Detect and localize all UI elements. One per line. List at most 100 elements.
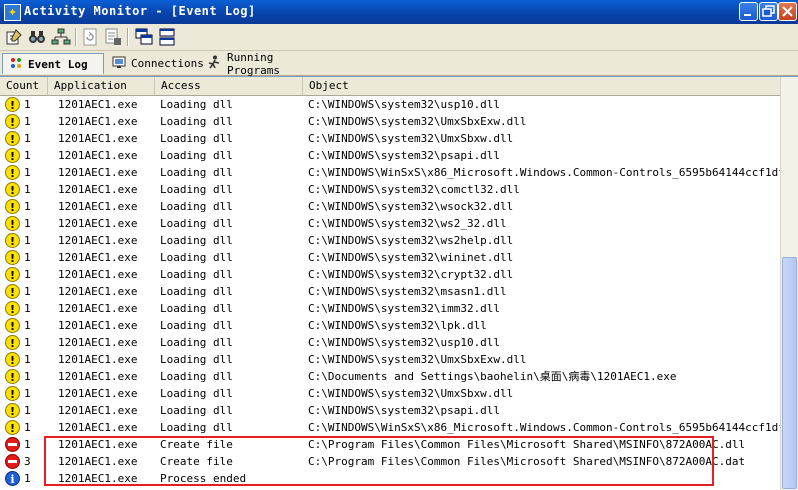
save-button[interactable] bbox=[103, 27, 123, 47]
table-row[interactable]: ! 1 1201AEC1.exe Loading dll C:\WINDOWS\syst… bbox=[0, 215, 781, 232]
cell-application: 1201AEC1.exe bbox=[58, 183, 138, 196]
table-row[interactable]: 3 1201AEC1.exe Create file C:\Program Files… bbox=[0, 453, 781, 470]
cell-access: Loading dll bbox=[160, 319, 233, 332]
close-button[interactable] bbox=[778, 2, 797, 21]
cell-count: 1 bbox=[24, 149, 31, 162]
cell-application: 1201AEC1.exe bbox=[58, 387, 138, 400]
cell-access: Loading dll bbox=[160, 183, 233, 196]
warning-icon: ! bbox=[5, 318, 20, 333]
tab-event-log[interactable]: Event Log bbox=[2, 53, 104, 74]
cell-application: 1201AEC1.exe bbox=[58, 251, 138, 264]
table-row[interactable]: ! 1 1201AEC1.exe Loading dll C:\WINDOWS\syst… bbox=[0, 130, 781, 147]
cell-object: C:\WINDOWS\system32\lpk.dll bbox=[308, 319, 487, 332]
table-row[interactable]: ! 1 1201AEC1.exe Loading dll C:\WINDOWS\syst… bbox=[0, 300, 781, 317]
warning-icon: ! bbox=[5, 148, 20, 163]
warning-icon: ! bbox=[5, 386, 20, 401]
table-row[interactable]: ! 1 1201AEC1.exe Loading dll C:\WINDOWS\syst… bbox=[0, 232, 781, 249]
table-row[interactable]: ! 1 1201AEC1.exe Loading dll C:\WINDOWS\syst… bbox=[0, 385, 781, 402]
tab-running-programs[interactable]: Running Programs bbox=[200, 51, 322, 77]
table-row[interactable]: ! 1 1201AEC1.exe Loading dll C:\WINDOWS\syst… bbox=[0, 283, 781, 300]
cell-count: 1 bbox=[24, 183, 31, 196]
warning-icon: ! bbox=[5, 284, 20, 299]
cell-object: C:\WINDOWS\system32\imm32.dll bbox=[308, 302, 501, 315]
minimize-button[interactable] bbox=[739, 2, 758, 21]
connections-icon bbox=[112, 55, 126, 72]
cell-access: Process ended bbox=[160, 472, 247, 485]
tab-bar: Event Log Connections Running Programs bbox=[0, 51, 798, 77]
cell-count: 1 bbox=[24, 336, 31, 349]
cell-access: Loading dll bbox=[160, 387, 233, 400]
cell-access: Loading dll bbox=[160, 132, 233, 145]
table-row[interactable]: ! 1 1201AEC1.exe Loading dll C:\WINDOWS\syst… bbox=[0, 266, 781, 283]
column-header-object[interactable]: Object bbox=[303, 77, 781, 95]
toolbar-separator bbox=[75, 28, 77, 46]
cell-count: 1 bbox=[24, 217, 31, 230]
title-bar[interactable]: ✦ Activity Monitor - [Event Log] bbox=[0, 0, 798, 24]
cell-access: Loading dll bbox=[160, 302, 233, 315]
event-log-list[interactable]: Count Application Access Object ! 1 1201AE… bbox=[0, 76, 798, 490]
cell-object: C:\WINDOWS\system32\UmxSbxExw.dll bbox=[308, 115, 527, 128]
refresh-document-icon bbox=[83, 28, 97, 46]
cell-application: 1201AEC1.exe bbox=[58, 149, 138, 162]
cell-object: C:\WINDOWS\system32\ws2_32.dll bbox=[308, 217, 507, 230]
cell-application: 1201AEC1.exe bbox=[58, 217, 138, 230]
find-button[interactable] bbox=[27, 27, 47, 47]
warning-icon: ! bbox=[5, 97, 20, 112]
column-header-application[interactable]: Application bbox=[48, 77, 155, 95]
list-rows: ! 1 1201AEC1.exe Loading dll C:\WINDOWS\syst… bbox=[0, 96, 781, 490]
table-row[interactable]: ! 1 1201AEC1.exe Loading dll C:\WINDOWS\syst… bbox=[0, 147, 781, 164]
tile-view-button[interactable] bbox=[157, 27, 177, 47]
table-row[interactable]: ! 1 1201AEC1.exe Loading dll C:\WINDOWS\syst… bbox=[0, 198, 781, 215]
cell-application: 1201AEC1.exe bbox=[58, 268, 138, 281]
cell-application: 1201AEC1.exe bbox=[58, 421, 138, 434]
app-icon[interactable]: ✦ bbox=[4, 4, 21, 21]
event-log-icon bbox=[9, 56, 23, 73]
cell-access: Loading dll bbox=[160, 421, 233, 434]
cell-access: Create file bbox=[160, 438, 233, 451]
table-row[interactable]: ! 1 1201AEC1.exe Loading dll C:\WINDOWS\WinS… bbox=[0, 164, 781, 181]
binoculars-icon bbox=[29, 31, 45, 43]
table-row[interactable]: ! 1 1201AEC1.exe Loading dll C:\WINDOWS\syst… bbox=[0, 249, 781, 266]
cell-object: C:\WINDOWS\system32\comctl32.dll bbox=[308, 183, 520, 196]
column-header-access[interactable]: Access bbox=[155, 77, 303, 95]
table-row[interactable]: ! 1 1201AEC1.exe Loading dll C:\WINDOWS\WinS… bbox=[0, 419, 781, 436]
table-row[interactable]: ! 1 1201AEC1.exe Loading dll C:\WINDOWS\syst… bbox=[0, 317, 781, 334]
maximize-button[interactable] bbox=[759, 2, 778, 21]
cell-object: C:\WINDOWS\system32\psapi.dll bbox=[308, 149, 501, 162]
table-row[interactable]: ! 1 1201AEC1.exe Loading dll C:\WINDOWS\syst… bbox=[0, 96, 781, 113]
warning-icon: ! bbox=[5, 369, 20, 384]
cell-count: 1 bbox=[24, 200, 31, 213]
table-row[interactable]: ! 1 1201AEC1.exe Loading dll C:\Documents an… bbox=[0, 368, 781, 385]
table-row[interactable]: 1 1201AEC1.exe Create file C:\Program Files… bbox=[0, 436, 781, 453]
cell-count: 1 bbox=[24, 285, 31, 298]
cell-access: Loading dll bbox=[160, 370, 233, 383]
table-row[interactable]: ! 1 1201AEC1.exe Loading dll C:\WINDOWS\syst… bbox=[0, 402, 781, 419]
table-row[interactable]: ! 1 1201AEC1.exe Loading dll C:\WINDOWS\syst… bbox=[0, 113, 781, 130]
cell-count: 1 bbox=[24, 98, 31, 111]
cell-count: 1 bbox=[24, 370, 31, 383]
cell-application: 1201AEC1.exe bbox=[58, 98, 138, 111]
vertical-scrollbar[interactable] bbox=[780, 77, 798, 490]
cell-access: Loading dll bbox=[160, 353, 233, 366]
cascade-view-button[interactable] bbox=[134, 27, 154, 47]
refresh-button[interactable] bbox=[80, 27, 100, 47]
table-row[interactable]: ! 1 1201AEC1.exe Loading dll C:\WINDOWS\syst… bbox=[0, 351, 781, 368]
cell-object: C:\WINDOWS\system32\UmxSbxw.dll bbox=[308, 132, 514, 145]
warning-icon: ! bbox=[5, 420, 20, 435]
network-button[interactable] bbox=[51, 27, 71, 47]
cell-count: 1 bbox=[24, 251, 31, 264]
cell-access: Loading dll bbox=[160, 149, 233, 162]
warning-icon: ! bbox=[5, 216, 20, 231]
cell-access: Loading dll bbox=[160, 98, 233, 111]
column-header-count[interactable]: Count bbox=[0, 77, 48, 95]
table-row[interactable]: ! 1 1201AEC1.exe Loading dll C:\WINDOWS\syst… bbox=[0, 334, 781, 351]
properties-button[interactable] bbox=[4, 27, 24, 47]
warning-icon: ! bbox=[5, 335, 20, 350]
toolbar-separator bbox=[127, 28, 129, 46]
tab-connections[interactable]: Connections bbox=[106, 53, 204, 74]
cell-object: C:\WINDOWS\system32\UmxSbxw.dll bbox=[308, 387, 514, 400]
table-row[interactable]: i 1 1201AEC1.exe Process ended bbox=[0, 470, 781, 487]
table-row[interactable]: ! 1 1201AEC1.exe Loading dll C:\WINDOWS\syst… bbox=[0, 181, 781, 198]
warning-icon: ! bbox=[5, 114, 20, 129]
scrollbar-thumb[interactable] bbox=[782, 257, 797, 489]
